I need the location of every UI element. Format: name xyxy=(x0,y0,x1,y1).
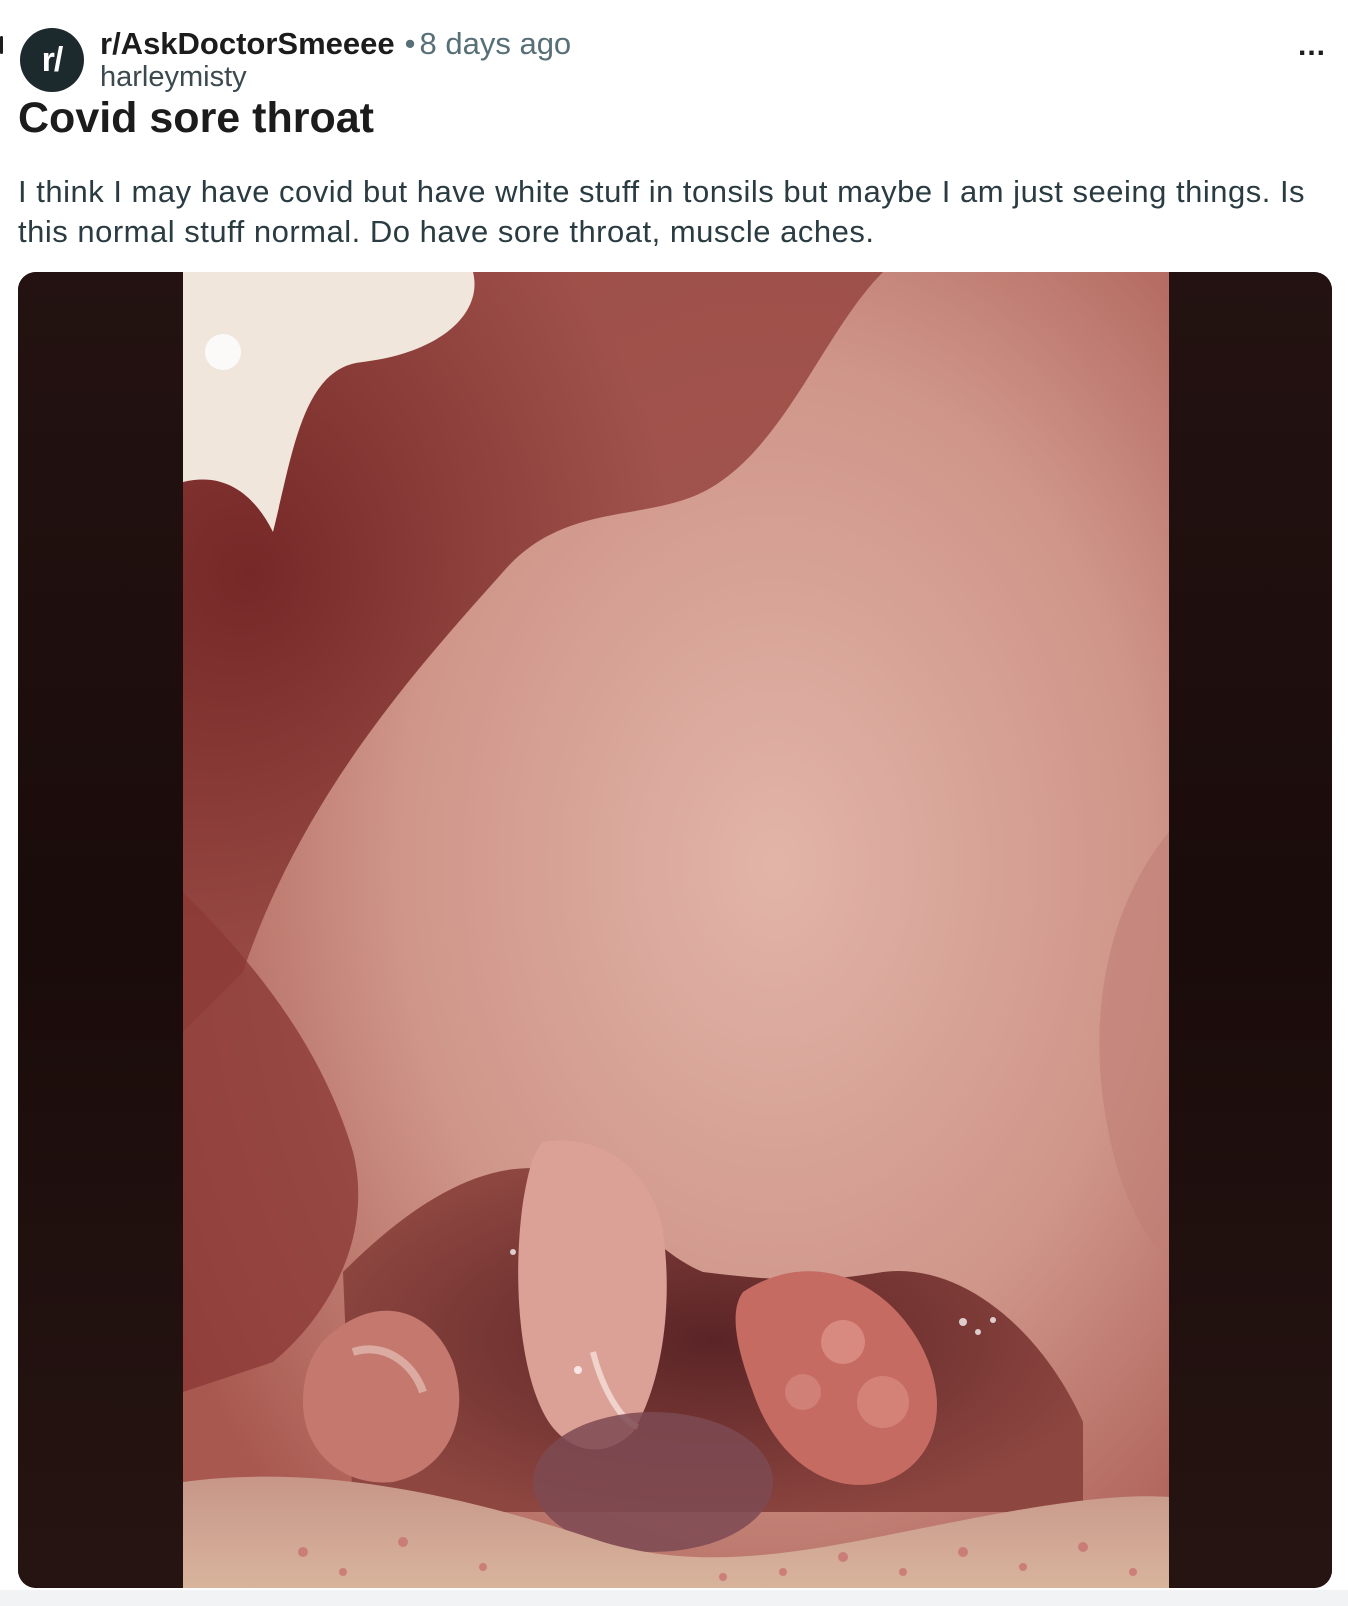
post-title[interactable]: Covid sore throat xyxy=(18,92,374,144)
subreddit-avatar[interactable]: r/ xyxy=(20,28,84,92)
post-card[interactable]: r/ r/AskDoctorSmeeee • 8 days ago harleymi… xyxy=(0,0,1348,1606)
throat-photo-icon xyxy=(183,272,1169,1588)
post-header: r/ r/AskDoctorSmeeee • 8 days ago harleymi… xyxy=(20,14,1330,92)
post-body: I think I may have covid but have white … xyxy=(18,174,1306,249)
edge-indicator xyxy=(0,36,3,54)
image-letterbox-right xyxy=(1169,272,1332,1588)
meta-separator: • xyxy=(404,26,416,61)
bottom-divider xyxy=(0,1590,1348,1606)
avatar-label: r/ xyxy=(41,40,64,79)
overflow-menu-icon[interactable]: ... xyxy=(1298,31,1326,61)
post-timestamp: 8 days ago xyxy=(419,26,572,61)
post-image[interactable] xyxy=(18,272,1332,1588)
subreddit-link[interactable]: r/AskDoctorSmeeee xyxy=(100,26,395,61)
image-letterbox-left xyxy=(18,272,183,1588)
author-username[interactable]: harleymisty xyxy=(100,62,571,92)
post-meta: r/AskDoctorSmeeee • 8 days ago harleymisty xyxy=(100,26,571,92)
